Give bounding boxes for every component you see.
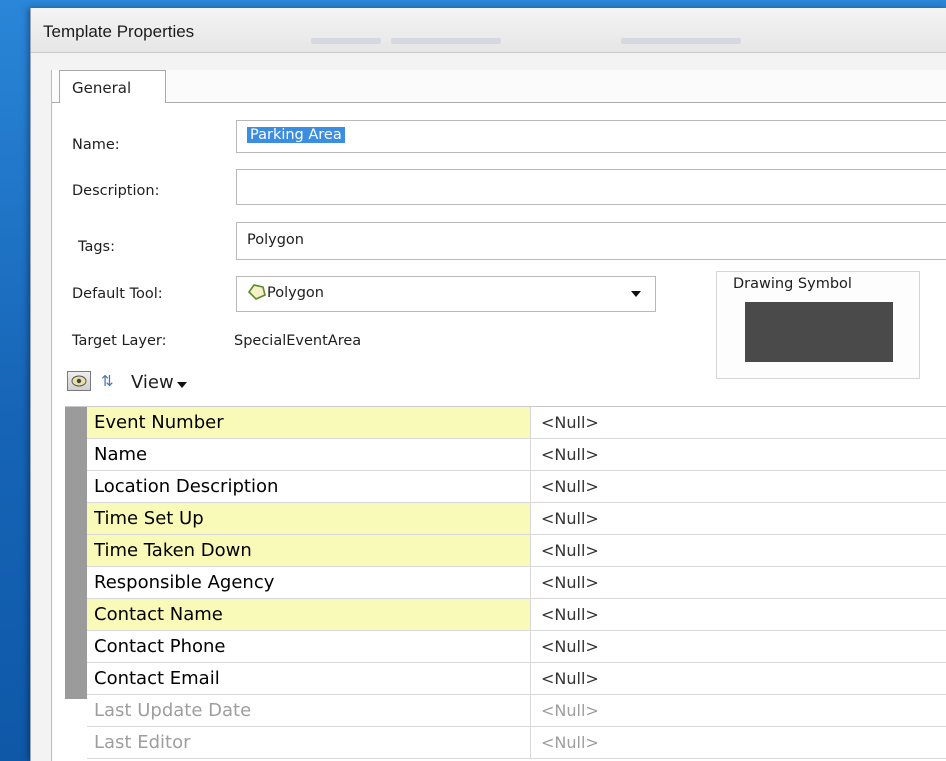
eye-icon (71, 375, 87, 387)
attribute-name-cell: Contact Email (87, 663, 531, 694)
table-row[interactable]: Time Set Up <Null> (87, 503, 946, 535)
view-menu-chevron-icon[interactable] (177, 382, 187, 388)
tab-general[interactable]: General (59, 70, 166, 103)
attribute-name-cell: Time Set Up (87, 503, 531, 534)
background-toolbar-blur (621, 38, 741, 44)
attribute-name-cell: Responsible Agency (87, 567, 531, 598)
table-row[interactable]: Event Number <Null> (87, 407, 946, 439)
window-title: Template Properties (43, 22, 195, 41)
table-row[interactable]: Last Editor <Null> (87, 727, 946, 759)
show-fields-toggle-button[interactable] (67, 371, 91, 391)
background-toolbar-blur (391, 38, 501, 44)
default-tool-dropdown[interactable]: Polygon (236, 276, 656, 312)
attribute-name-cell: Contact Name (87, 599, 531, 630)
polygon-tool-icon (247, 283, 267, 301)
attribute-value-cell[interactable]: <Null> (531, 439, 946, 470)
attribute-name-cell: Last Editor (87, 727, 531, 758)
default-tool-label: Default Tool: (72, 286, 163, 302)
default-tool-value: Polygon (267, 285, 324, 301)
attribute-name-cell: Event Number (87, 407, 531, 438)
attribute-value-cell[interactable]: <Null> (531, 407, 946, 438)
template-properties-window: Template Properties General Name: Parkin… (30, 8, 946, 761)
table-row[interactable]: Time Taken Down <Null> (87, 535, 946, 567)
attribute-name-cell: Contact Phone (87, 631, 531, 662)
table-row[interactable]: Name <Null> (87, 439, 946, 471)
attribute-value-cell[interactable]: <Null> (531, 567, 946, 598)
attribute-value-cell: <Null> (541, 733, 599, 752)
attribute-value-cell[interactable]: <Null> (531, 631, 946, 662)
name-label: Name: (72, 137, 120, 153)
drawing-symbol-label: Drawing Symbol (733, 276, 852, 292)
tags-label: Tags: (78, 239, 115, 255)
attribute-value-cell[interactable]: <Null> (531, 535, 946, 566)
table-row[interactable]: Contact Phone <Null> (87, 631, 946, 663)
table-row[interactable]: Contact Email <Null> (87, 663, 946, 695)
attribute-value-cell[interactable]: <Null> (531, 663, 946, 694)
target-layer-label: Target Layer: (72, 333, 167, 349)
attribute-value-cell[interactable]: <Null> (531, 471, 946, 502)
table-row[interactable]: Location Description <Null> (87, 471, 946, 503)
table-row[interactable]: Contact Name <Null> (87, 599, 946, 631)
name-value: Parking Area (247, 127, 345, 143)
attribute-value-cell[interactable]: <Null> (531, 503, 946, 534)
attribute-value-cell[interactable]: <Null> (531, 599, 946, 630)
grid-row-header-gutter (65, 407, 87, 699)
name-field[interactable]: Parking Area (236, 120, 946, 153)
attribute-name-cell: Time Taken Down (87, 535, 531, 566)
attribute-name-cell: Location Description (87, 471, 531, 502)
sort-icon[interactable]: ⇅ (101, 372, 114, 390)
chevron-down-icon (631, 291, 641, 297)
attribute-name-cell: Last Update Date (87, 695, 531, 726)
general-panel: Name: Parking Area Description: Tags: Po… (53, 103, 946, 761)
background-toolbar-blur (311, 38, 381, 44)
attribute-value-cell: <Null> (541, 701, 599, 720)
attribute-toolbar: ⇅ View (67, 371, 327, 397)
tab-general-label: General (72, 79, 132, 97)
drawing-symbol-swatch[interactable] (745, 302, 893, 362)
drawing-symbol-group: Drawing Symbol (716, 271, 920, 379)
table-row[interactable]: Responsible Agency <Null> (87, 567, 946, 599)
attribute-name-cell: Name (87, 439, 531, 470)
tags-value: Polygon (247, 232, 304, 248)
dialog-body: General Name: Parking Area Description: … (51, 70, 946, 761)
title-bar[interactable]: Template Properties (31, 8, 946, 53)
table-row[interactable]: Last Update Date <Null> (87, 695, 946, 727)
description-label: Description: (72, 183, 160, 199)
attribute-grid: Event Number <Null> Name <Null> Location Des… (65, 406, 946, 759)
description-field[interactable] (236, 169, 946, 205)
view-menu-label[interactable]: View (131, 372, 174, 393)
tags-field[interactable]: Polygon (236, 222, 946, 260)
target-layer-value: SpecialEventArea (234, 333, 362, 349)
